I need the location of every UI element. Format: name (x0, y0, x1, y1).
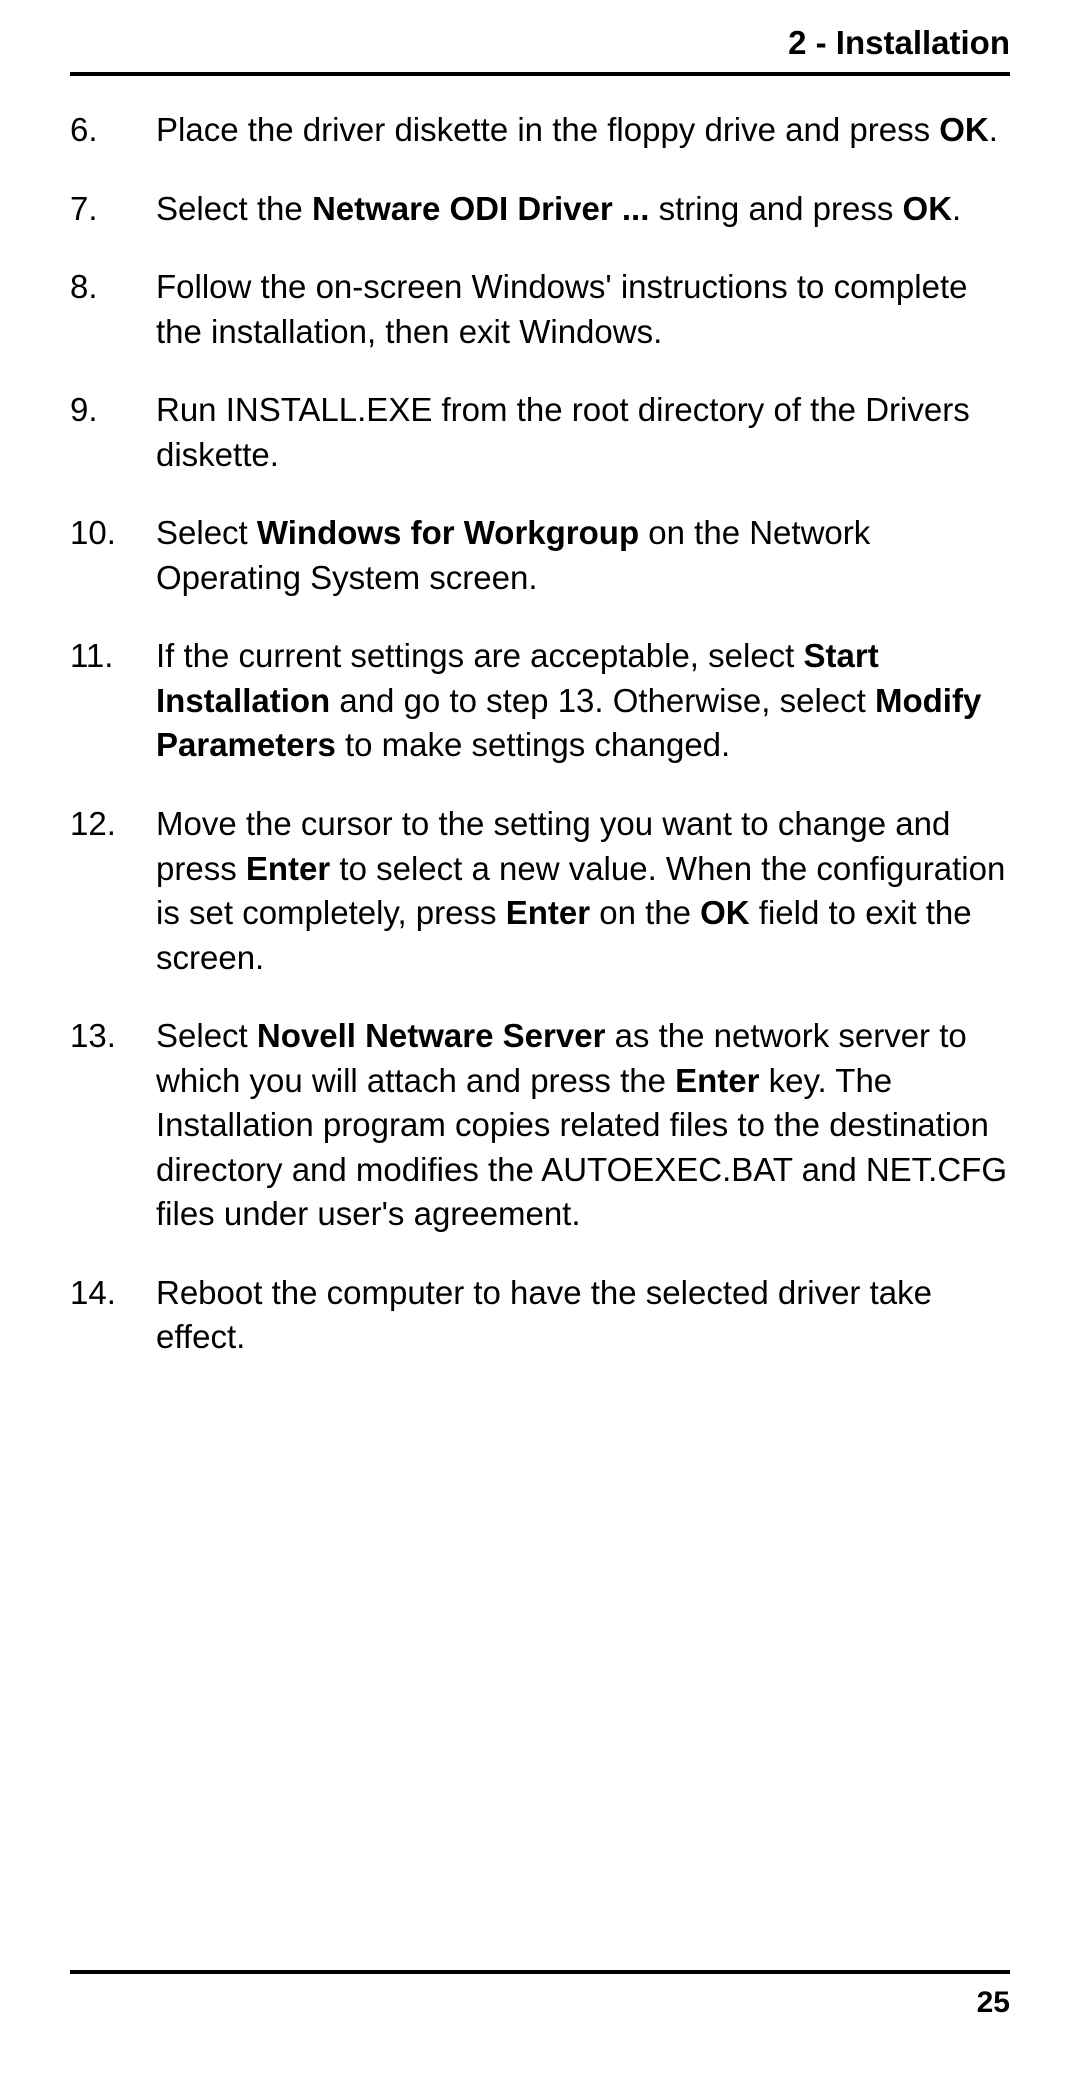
page-header: 2 - Installation (70, 24, 1010, 76)
text-segment: Place the driver diskette in the floppy … (156, 111, 939, 148)
list-item: 8.Follow the on-screen Windows' instruct… (70, 265, 1010, 354)
list-item: 11.If the current settings are acceptabl… (70, 634, 1010, 768)
text-segment: Run INSTALL.EXE from the root directory … (156, 391, 970, 473)
text-segment: and go to step 13. Otherwise, select (330, 682, 875, 719)
item-text: Select Windows for Workgroup on the Netw… (156, 511, 1010, 600)
item-number: 9. (70, 388, 156, 477)
text-segment: Reboot the computer to have the selected… (156, 1274, 932, 1356)
item-number: 7. (70, 187, 156, 232)
bold-term: Windows for Workgroup (257, 514, 639, 551)
item-text: Reboot the computer to have the selected… (156, 1271, 1010, 1360)
bold-term: OK (700, 894, 750, 931)
item-text: Follow the on-screen Windows' instructio… (156, 265, 1010, 354)
list-item: 13.Select Novell Netware Server as the n… (70, 1014, 1010, 1237)
bold-term: Enter (246, 850, 330, 887)
item-number: 13. (70, 1014, 156, 1237)
item-text: Move the cursor to the setting you want … (156, 802, 1010, 980)
bold-term: OK (903, 190, 953, 227)
list-item: 9.Run INSTALL.EXE from the root director… (70, 388, 1010, 477)
item-number: 10. (70, 511, 156, 600)
text-segment: . (989, 111, 998, 148)
item-number: 12. (70, 802, 156, 980)
list-item: 10.Select Windows for Workgroup on the N… (70, 511, 1010, 600)
list-item: 6.Place the driver diskette in the flopp… (70, 108, 1010, 153)
text-segment: Select (156, 514, 257, 551)
page-number: 25 (977, 1986, 1010, 2019)
item-number: 8. (70, 265, 156, 354)
text-segment: on the (590, 894, 700, 931)
instruction-list: 6.Place the driver diskette in the flopp… (70, 108, 1010, 1360)
item-text: Select the Netware ODI Driver ... string… (156, 187, 1010, 232)
text-segment: . (952, 190, 961, 227)
item-text: Run INSTALL.EXE from the root directory … (156, 388, 1010, 477)
list-item: 7.Select the Netware ODI Driver ... stri… (70, 187, 1010, 232)
item-text: Place the driver diskette in the floppy … (156, 108, 1010, 153)
text-segment: to make settings changed. (336, 726, 730, 763)
item-text: If the current settings are acceptable, … (156, 634, 1010, 768)
item-text: Select Novell Netware Server as the netw… (156, 1014, 1010, 1237)
item-number: 14. (70, 1271, 156, 1360)
bold-term: Novell Netware Server (257, 1017, 606, 1054)
list-item: 14.Reboot the computer to have the selec… (70, 1271, 1010, 1360)
page-content: 2 - Installation 6.Place the driver disk… (0, 0, 1080, 1360)
item-number: 6. (70, 108, 156, 153)
bold-term: Enter (506, 894, 590, 931)
bold-term: OK (939, 111, 989, 148)
text-segment: If the current settings are acceptable, … (156, 637, 804, 674)
text-segment: string and press (649, 190, 902, 227)
list-item: 12.Move the cursor to the setting you wa… (70, 802, 1010, 980)
text-segment: Follow the on-screen Windows' instructio… (156, 268, 967, 350)
item-number: 11. (70, 634, 156, 768)
bold-term: Enter (675, 1062, 759, 1099)
text-segment: Select the (156, 190, 312, 227)
page-footer: 25 (70, 1970, 1010, 2020)
bold-term: Netware ODI Driver ... (312, 190, 649, 227)
text-segment: Select (156, 1017, 257, 1054)
